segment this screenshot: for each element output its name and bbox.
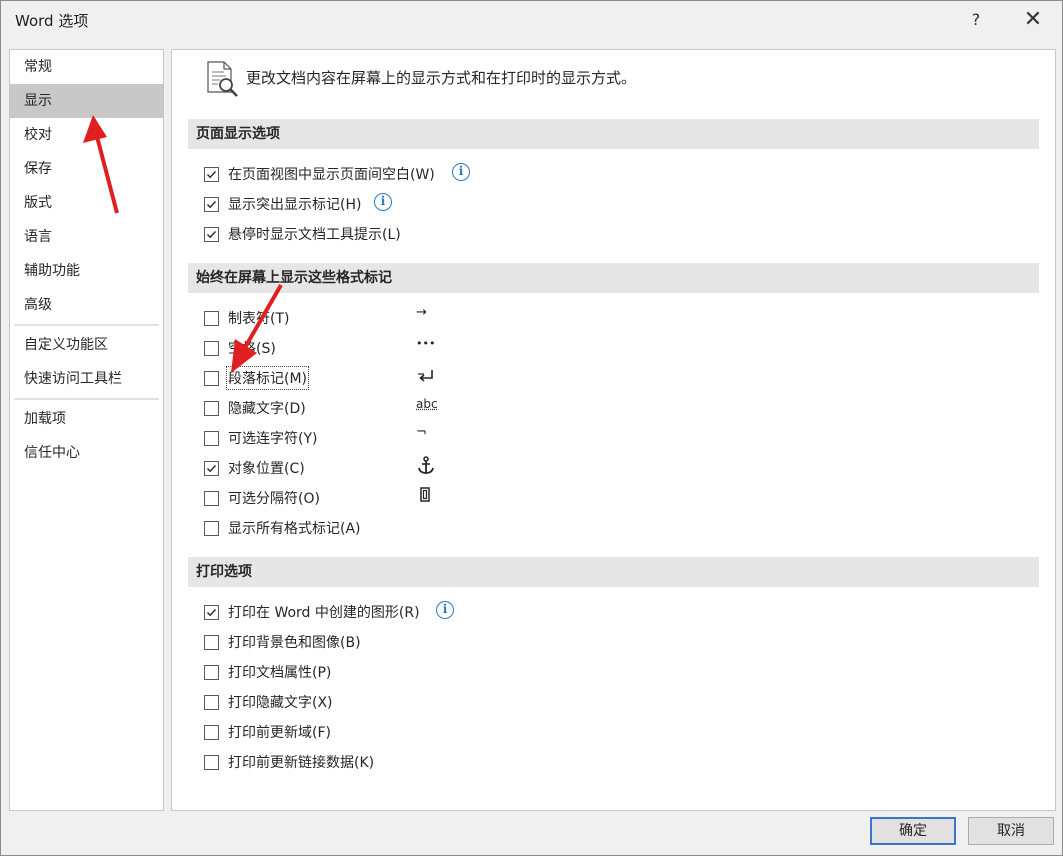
info-icon[interactable]: i [436, 601, 454, 619]
nav-item-save[interactable]: 保存 [10, 152, 163, 186]
info-icon[interactable]: i [374, 193, 392, 211]
option-label: 打印前更新域(F) [228, 725, 331, 741]
nav-item-general[interactable]: 常规 [10, 50, 163, 84]
checkbox[interactable] [204, 635, 219, 650]
option-label: 悬停时显示文档工具提示(L) [228, 227, 401, 243]
option-show-tooltips[interactable]: 悬停时显示文档工具提示(L) [204, 223, 504, 247]
option-label: 打印前更新链接数据(K) [228, 755, 375, 771]
checkbox[interactable] [204, 605, 219, 620]
option-optional-hyphens[interactable]: 可选连字符(Y) ¬ [204, 425, 444, 451]
nav-item-display[interactable]: 显示 [10, 84, 163, 118]
section-header-print: 打印选项 [188, 557, 1039, 587]
option-print-hidden-text[interactable]: 打印隐藏文字(X) [204, 691, 504, 715]
option-show-all-marks[interactable]: 显示所有格式标记(A) [204, 517, 444, 541]
nav-item-language[interactable]: 语言 [10, 220, 163, 254]
option-label: 对象位置(C) [228, 461, 305, 477]
close-button[interactable]: ✕ [1020, 7, 1046, 33]
nav-divider [14, 398, 159, 400]
option-show-whitespace[interactable]: 在页面视图中显示页面间空白(W) i [204, 163, 504, 187]
option-tab-characters[interactable]: 制表符(T) → [204, 305, 444, 331]
nav-item-customize-ribbon[interactable]: 自定义功能区 [10, 328, 163, 362]
checkbox[interactable] [204, 725, 219, 740]
option-paragraph-marks[interactable]: 段落标记(M) [204, 365, 444, 391]
option-spaces[interactable]: 空格(S) ••• [204, 337, 444, 361]
checkbox[interactable] [204, 461, 219, 476]
option-label: 打印文档属性(P) [228, 665, 332, 681]
paragraph-mark-icon [416, 365, 438, 387]
info-icon[interactable]: i [452, 163, 470, 181]
option-show-highlighter-marks[interactable]: 显示突出显示标记(H) i [204, 193, 504, 217]
checkbox[interactable] [204, 311, 219, 326]
checkbox[interactable] [204, 227, 219, 242]
option-label: 显示突出显示标记(H) [228, 197, 362, 213]
checkbox[interactable] [204, 521, 219, 536]
checkbox[interactable] [204, 431, 219, 446]
checkbox[interactable] [204, 755, 219, 770]
option-label: 隐藏文字(D) [228, 401, 306, 417]
option-object-anchors[interactable]: 对象位置(C) [204, 455, 444, 481]
option-label: 打印背景色和图像(B) [228, 635, 361, 651]
dialog-title: Word 选项 [15, 12, 89, 30]
nav-item-accessibility[interactable]: 辅助功能 [10, 254, 163, 288]
word-options-dialog: Word 选项 ? ✕ 常规 显示 校对 保存 版式 语言 辅助功能 高级 自定… [0, 0, 1063, 856]
ok-button[interactable]: 确定 [870, 817, 956, 845]
checkbox[interactable] [204, 695, 219, 710]
panel-description: 更改文档内容在屏幕上的显示方式和在打印时的显示方式。 [246, 69, 637, 87]
option-optional-breaks[interactable]: 可选分隔符(O) [204, 487, 444, 511]
nav-item-add-ins[interactable]: 加载项 [10, 402, 163, 436]
option-hidden-text[interactable]: 隐藏文字(D) abc [204, 397, 444, 421]
nav-divider [14, 324, 159, 326]
option-label: 显示所有格式标记(A) [228, 521, 361, 537]
option-update-fields[interactable]: 打印前更新域(F) [204, 721, 504, 745]
help-button[interactable]: ? [964, 7, 988, 33]
checkbox[interactable] [204, 491, 219, 506]
display-options-panel: 更改文档内容在屏幕上的显示方式和在打印时的显示方式。 页面显示选项 在页面视图中… [171, 49, 1056, 811]
options-category-list: 常规 显示 校对 保存 版式 语言 辅助功能 高级 自定义功能区 快速访问工具栏… [9, 49, 164, 811]
option-label: 打印隐藏文字(X) [228, 695, 333, 711]
checkbox[interactable] [204, 371, 219, 386]
nav-item-proofing[interactable]: 校对 [10, 118, 163, 152]
option-label: 可选连字符(Y) [228, 431, 318, 447]
hidden-text-mark-icon: abc [416, 397, 438, 411]
option-print-properties[interactable]: 打印文档属性(P) [204, 661, 504, 685]
document-magnifier-icon [204, 60, 240, 100]
checkbox[interactable] [204, 665, 219, 680]
option-label: 空格(S) [228, 341, 276, 357]
checkbox[interactable] [204, 197, 219, 212]
title-bar: Word 选项 ? ✕ [1, 1, 1062, 39]
option-label: 打印在 Word 中创建的图形(R) [228, 605, 420, 621]
nav-item-typography[interactable]: 版式 [10, 186, 163, 220]
anchor-icon [416, 455, 438, 477]
nav-item-trust-center[interactable]: 信任中心 [10, 436, 163, 470]
space-mark-icon: ••• [416, 337, 436, 350]
option-label: 制表符(T) [228, 311, 290, 327]
option-print-drawings[interactable]: 打印在 Word 中创建的图形(R) i [204, 601, 504, 625]
checkbox[interactable] [204, 401, 219, 416]
option-label: 可选分隔符(O) [228, 491, 320, 507]
nav-item-advanced[interactable]: 高级 [10, 288, 163, 322]
option-label: 在页面视图中显示页面间空白(W) [228, 167, 435, 183]
hyphen-mark-icon: ¬ [416, 425, 427, 440]
section-header-page-display: 页面显示选项 [188, 119, 1039, 149]
optional-break-icon [416, 485, 438, 507]
tab-mark-icon: → [416, 305, 427, 320]
option-label: 段落标记(M) [225, 366, 310, 390]
option-print-background[interactable]: 打印背景色和图像(B) [204, 631, 504, 655]
section-header-format-marks: 始终在屏幕上显示这些格式标记 [188, 263, 1039, 293]
nav-item-quick-access-toolbar[interactable]: 快速访问工具栏 [10, 362, 163, 396]
checkbox[interactable] [204, 167, 219, 182]
cancel-button[interactable]: 取消 [968, 817, 1054, 845]
checkbox[interactable] [204, 341, 219, 356]
option-update-linked-data[interactable]: 打印前更新链接数据(K) [204, 751, 504, 775]
